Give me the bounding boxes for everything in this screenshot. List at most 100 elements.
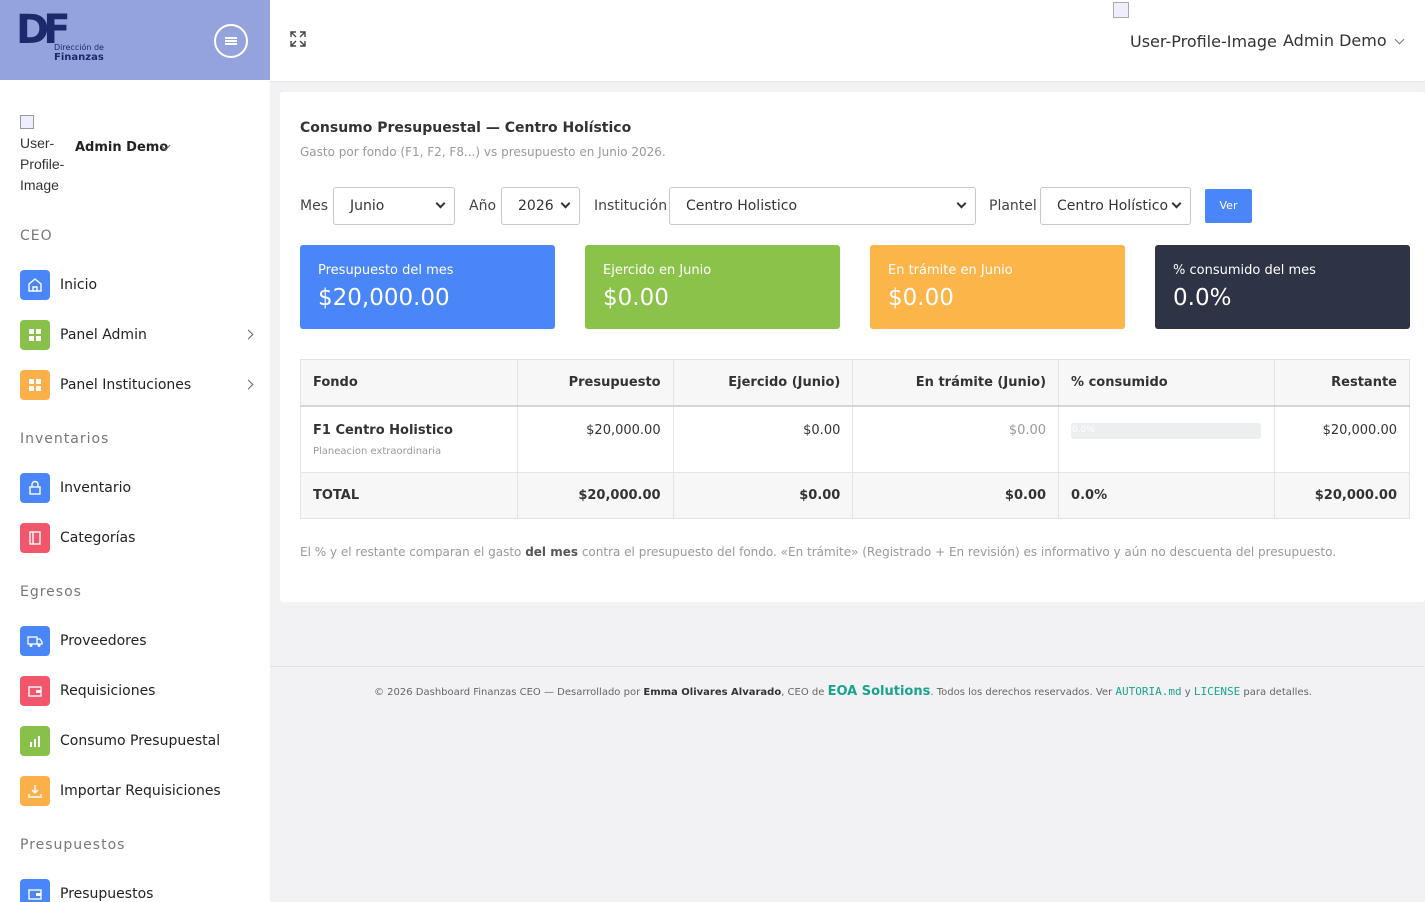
fullscreen-icon[interactable] [288, 30, 308, 50]
sidebar-item-panel-admin[interactable]: Panel Admin [20, 319, 260, 351]
user-avatar-alt: User-Profile-Image [20, 135, 65, 193]
cell-fondo: F1 Centro Holistico Planeacion extraordi… [300, 405, 518, 473]
sidebar-user[interactable]: User-Profile-Image Admin Demo [20, 112, 260, 193]
sidebar-item-panel-instituciones[interactable]: Panel Instituciones [20, 369, 260, 401]
logo-line1: Dirección de [54, 43, 104, 52]
grid-icon [20, 320, 50, 350]
section-egresos: Egresos [20, 584, 82, 600]
df-logo[interactable]: DF Dirección de Finanzas [16, 10, 116, 66]
broken-image-icon [20, 115, 34, 129]
sidebar-item-proveedores[interactable]: Proveedores [20, 625, 260, 657]
sidebar-item-categorias[interactable]: Categorías [20, 522, 260, 554]
ver-button[interactable]: Ver [1205, 189, 1252, 223]
stat-label: Ejercido en Junio [603, 263, 712, 278]
logo-line2: Finanzas [54, 52, 104, 63]
note-part1: El % y el restante comparan el gasto [300, 545, 526, 559]
topbar-user-name[interactable]: Admin Demo [1283, 31, 1387, 50]
total-label: TOTAL [300, 472, 518, 519]
total-presupuesto: $20,000.00 [516, 472, 674, 519]
cell-consumido: 0.0% [1058, 405, 1276, 473]
sidebar-item-label: Presupuestos [60, 886, 154, 902]
chevron-down-icon[interactable] [1394, 34, 1405, 45]
header-restante[interactable]: Restante [1274, 359, 1410, 407]
fund-description: Planeacion extraordinaria [313, 445, 442, 457]
sidebar-item-label: Proveedores [60, 633, 147, 649]
topbar-user-avatar-alt[interactable]: User-Profile-Image [1130, 32, 1277, 51]
wallet-icon [20, 879, 50, 902]
stat-value: $0.00 [888, 285, 954, 311]
lock-icon [20, 473, 50, 503]
license-link[interactable]: LICENSE [1194, 685, 1240, 698]
footer-author: Emma Olivares Alvarado [643, 687, 782, 698]
grid-icon [20, 370, 50, 400]
table-total-row: TOTAL $20,000.00 $0.00 $0.00 0.0% $20,00… [300, 472, 1410, 519]
book-icon [20, 523, 50, 553]
footer-part5: para detalles. [1240, 687, 1312, 698]
consumo-table: Fondo Presupuesto Ejercido (Junio) En tr… [300, 359, 1410, 519]
sidebar-item-inicio[interactable]: Inicio [20, 269, 260, 301]
section-presupuestos: Presupuestos [20, 837, 126, 853]
footer: © 2026 Dashboard Finanzas CEO — Desarrol… [270, 666, 1425, 716]
mes-label: Mes [300, 198, 328, 214]
stat-consumido: % consumido del mes 0.0% [1155, 245, 1410, 329]
page-title: Consumo Presupuestal — Centro Holístico [300, 120, 632, 136]
chevron-down-icon [435, 198, 446, 209]
footer-part1: © 2026 Dashboard Finanzas CEO — Desarrol… [374, 687, 644, 698]
progress-label: 0.0% [1072, 424, 1095, 435]
plantel-select[interactable]: Centro Holístico [1040, 187, 1191, 225]
total-pct: 0.0% [1058, 472, 1276, 519]
sidebar-item-inventario[interactable]: Inventario [20, 472, 260, 504]
autoria-link[interactable]: AUTORIA.md [1115, 685, 1181, 698]
plantel-select-value: Centro Holístico [1057, 198, 1169, 214]
note-part2: contra el presupuesto del fondo. «En trá… [578, 545, 1337, 559]
sidebar-item-consumo-presupuestal[interactable]: Consumo Presupuestal [20, 725, 260, 757]
footnote: El % y el restante comparan el gasto del… [300, 545, 1336, 559]
brand-header: DF Dirección de Finanzas [0, 0, 270, 80]
hamburger-icon [225, 37, 237, 45]
menu-toggle-button[interactable] [214, 24, 248, 58]
sidebar-item-label: Panel Admin [60, 327, 147, 343]
broken-image-icon [1113, 2, 1129, 18]
cell-restante: $20,000.00 [1274, 405, 1410, 473]
sidebar-item-requisiciones[interactable]: Requisiciones [20, 675, 260, 707]
anio-select[interactable]: 2026 [501, 187, 580, 225]
section-inventarios: Inventarios [20, 431, 110, 447]
stat-value: $20,000.00 [318, 285, 450, 311]
sidebar-item-importar-requisiciones[interactable]: Importar Requisiciones [20, 775, 260, 807]
download-icon [20, 776, 50, 806]
header-fondo[interactable]: Fondo [300, 359, 518, 407]
table-row: F1 Centro Holistico Planeacion extraordi… [300, 405, 1410, 473]
chevron-down-icon [1171, 198, 1182, 209]
sidebar-item-label: Categorías [60, 530, 136, 546]
institucion-label: Institución [594, 198, 668, 214]
stat-value: $0.00 [603, 285, 669, 311]
institucion-select[interactable]: Centro Holistico [669, 187, 976, 225]
chevron-right-icon [243, 329, 254, 340]
stat-value: 0.0% [1173, 285, 1232, 311]
table-header-row: Fondo Presupuesto Ejercido (Junio) En tr… [300, 359, 1410, 407]
header-consumido[interactable]: % consumido [1058, 359, 1276, 407]
sidebar-item-label: Panel Instituciones [60, 377, 192, 393]
sidebar-item-label: Importar Requisiciones [60, 783, 221, 799]
progress-bar: 0.0% [1071, 422, 1262, 439]
section-ceo: CEO [20, 228, 53, 244]
company-link[interactable]: EOA Solutions [828, 684, 931, 699]
chevron-right-icon [243, 379, 254, 390]
stat-presupuesto: Presupuesto del mes $20,000.00 [300, 245, 555, 329]
sidebar-item-label: Inventario [60, 480, 132, 496]
plantel-label: Plantel [989, 198, 1037, 214]
total-ejercido: $0.00 [672, 472, 854, 519]
sidebar-item-label: Requisiciones [60, 683, 156, 699]
chevron-down-icon [956, 198, 967, 209]
home-icon [20, 270, 50, 300]
cell-tramite: $0.00 [852, 405, 1060, 473]
institucion-select-value: Centro Holistico [686, 198, 798, 214]
sidebar-item-label: Inicio [60, 277, 98, 293]
sidebar-item-presupuestos[interactable]: Presupuestos [20, 878, 260, 902]
header-presupuesto[interactable]: Presupuesto [516, 359, 674, 407]
header-tramite[interactable]: En trámite (Junio) [852, 359, 1060, 407]
wallet-icon [20, 676, 50, 706]
header-ejercido[interactable]: Ejercido (Junio) [672, 359, 854, 407]
mes-select[interactable]: Junio [333, 187, 455, 225]
cell-ejercido: $0.00 [672, 405, 854, 473]
